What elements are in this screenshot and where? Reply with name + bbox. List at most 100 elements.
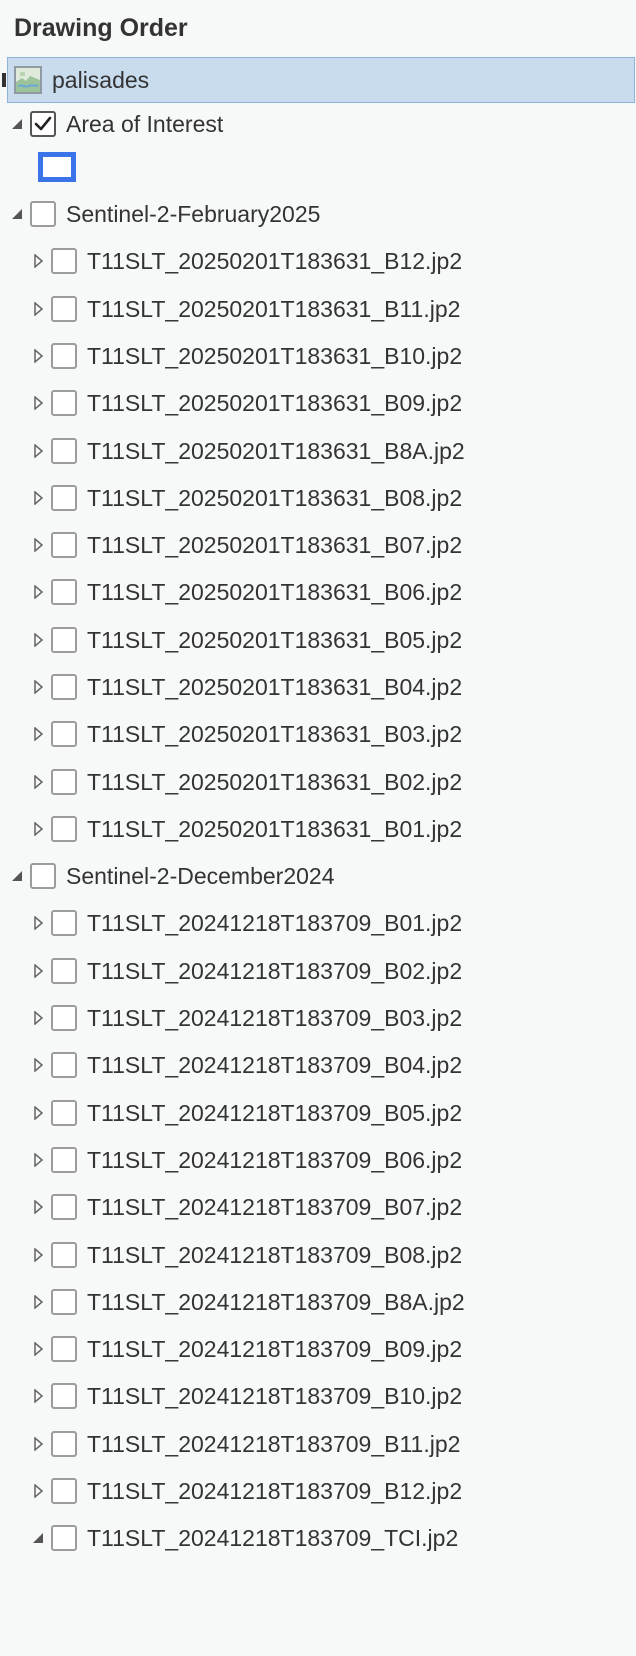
- raster-layer-row[interactable]: T11SLT_20250201T183631_B09.jp2: [31, 381, 462, 425]
- expand-triangle-icon[interactable]: [31, 822, 45, 836]
- raster-layer-row[interactable]: T11SLT_20250201T183631_B04.jp2: [31, 665, 462, 709]
- raster-layer-row[interactable]: T11SLT_20250201T183631_B8A.jp2: [31, 429, 465, 473]
- visibility-checkbox[interactable]: [51, 248, 77, 274]
- group-row[interactable]: Sentinel-2-December2024: [10, 854, 335, 898]
- visibility-checkbox[interactable]: [30, 863, 56, 889]
- layer-label: T11SLT_20241218T183709_B06.jp2: [87, 1146, 463, 1173]
- expand-triangle-icon[interactable]: [31, 1437, 45, 1451]
- visibility-checkbox[interactable]: [51, 627, 77, 653]
- visibility-checkbox[interactable]: [51, 532, 77, 558]
- visibility-checkbox[interactable]: [51, 910, 77, 936]
- expand-triangle-icon[interactable]: [31, 775, 45, 789]
- raster-layer-row[interactable]: T11SLT_20241218T183709_B06.jp2: [31, 1138, 462, 1182]
- expand-triangle-icon[interactable]: [31, 1389, 45, 1403]
- raster-layer-row[interactable]: T11SLT_20241218T183709_B03.jp2: [31, 996, 462, 1040]
- expand-triangle-icon[interactable]: [31, 1295, 45, 1309]
- expand-triangle-icon[interactable]: [31, 1200, 45, 1214]
- raster-layer-row[interactable]: T11SLT_20241218T183709_TCI.jp2: [31, 1516, 458, 1560]
- collapse-triangle-icon[interactable]: [10, 869, 24, 883]
- visibility-checkbox[interactable]: [51, 1383, 77, 1409]
- raster-layer-row[interactable]: T11SLT_20250201T183631_B03.jp2: [31, 712, 462, 756]
- expand-triangle-icon[interactable]: [31, 727, 45, 741]
- raster-layer-row[interactable]: T11SLT_20250201T183631_B02.jp2: [31, 760, 462, 804]
- expand-triangle-icon[interactable]: [31, 254, 45, 268]
- layer-row-area-of-interest[interactable]: Area of Interest: [10, 102, 223, 146]
- visibility-checkbox[interactable]: [51, 816, 77, 842]
- visibility-checkbox[interactable]: [51, 390, 77, 416]
- expand-triangle-icon[interactable]: [31, 633, 45, 647]
- expand-triangle-icon[interactable]: [31, 964, 45, 978]
- visibility-checkbox[interactable]: [51, 769, 77, 795]
- raster-layer-row[interactable]: T11SLT_20250201T183631_B01.jp2: [31, 807, 462, 851]
- expand-triangle-icon[interactable]: [31, 1011, 45, 1025]
- expand-triangle-icon[interactable]: [31, 916, 45, 930]
- expand-triangle-icon[interactable]: [31, 1153, 45, 1167]
- raster-layer-row[interactable]: T11SLT_20241218T183709_B8A.jp2: [31, 1280, 465, 1324]
- expand-triangle-icon[interactable]: [31, 1484, 45, 1498]
- raster-layer-row[interactable]: T11SLT_20241218T183709_B01.jp2: [31, 901, 462, 945]
- visibility-checkbox[interactable]: [51, 579, 77, 605]
- visibility-checkbox[interactable]: [30, 201, 56, 227]
- expand-triangle-icon[interactable]: [31, 1248, 45, 1262]
- visibility-checkbox[interactable]: [51, 1525, 77, 1551]
- map-label: palisades: [52, 67, 150, 93]
- aoi-symbol-swatch[interactable]: [38, 152, 76, 182]
- collapse-triangle-icon[interactable]: [10, 117, 24, 131]
- visibility-checkbox-area-of-interest[interactable]: [30, 111, 56, 137]
- expand-triangle-icon[interactable]: [31, 538, 45, 552]
- layer-label: T11SLT_20250201T183631_B09.jp2: [87, 389, 463, 416]
- raster-layer-row[interactable]: T11SLT_20250201T183631_B11.jp2: [31, 287, 460, 331]
- visibility-checkbox[interactable]: [51, 343, 77, 369]
- raster-layer-row[interactable]: T11SLT_20241218T183709_B09.jp2: [31, 1327, 462, 1371]
- expand-triangle-icon[interactable]: [31, 491, 45, 505]
- collapse-triangle-icon[interactable]: [31, 1531, 45, 1545]
- expand-triangle-icon[interactable]: [31, 585, 45, 599]
- visibility-checkbox[interactable]: [51, 721, 77, 747]
- raster-layer-row[interactable]: T11SLT_20250201T183631_B08.jp2: [31, 476, 462, 520]
- raster-layer-row[interactable]: T11SLT_20241218T183709_B02.jp2: [31, 949, 462, 993]
- visibility-checkbox[interactable]: [51, 1478, 77, 1504]
- raster-layer-row[interactable]: T11SLT_20250201T183631_B05.jp2: [31, 618, 462, 662]
- visibility-checkbox[interactable]: [51, 674, 77, 700]
- raster-layer-row[interactable]: T11SLT_20250201T183631_B07.jp2: [31, 523, 462, 567]
- expand-triangle-icon[interactable]: [31, 302, 45, 316]
- raster-layer-row[interactable]: T11SLT_20250201T183631_B10.jp2: [31, 334, 462, 378]
- visibility-checkbox[interactable]: [51, 1289, 77, 1315]
- map-row-palisades[interactable]: palisades: [2, 57, 635, 103]
- expand-triangle-icon[interactable]: [31, 1342, 45, 1356]
- layer-label: Sentinel-2-February2025: [66, 200, 321, 227]
- raster-layer-row[interactable]: T11SLT_20241218T183709_B10.jp2: [31, 1374, 462, 1418]
- expand-triangle-icon[interactable]: [31, 396, 45, 410]
- group-row[interactable]: Sentinel-2-February2025: [10, 192, 320, 236]
- visibility-checkbox[interactable]: [51, 296, 77, 322]
- visibility-checkbox[interactable]: [51, 1052, 77, 1078]
- visibility-checkbox[interactable]: [51, 1100, 77, 1126]
- expand-triangle-icon[interactable]: [31, 1106, 45, 1120]
- visibility-checkbox[interactable]: [51, 1242, 77, 1268]
- expand-triangle-icon[interactable]: [31, 1058, 45, 1072]
- layer-label: T11SLT_20250201T183631_B8A.jp2: [87, 437, 465, 464]
- collapse-triangle-icon[interactable]: [10, 207, 24, 221]
- pane-title: Drawing Order: [14, 14, 188, 42]
- visibility-checkbox[interactable]: [51, 1431, 77, 1457]
- visibility-checkbox[interactable]: [51, 438, 77, 464]
- raster-layer-row[interactable]: T11SLT_20241218T183709_B07.jp2: [31, 1185, 462, 1229]
- visibility-checkbox[interactable]: [51, 1005, 77, 1031]
- raster-layer-row[interactable]: T11SLT_20250201T183631_B12.jp2: [31, 239, 462, 283]
- raster-layer-row[interactable]: T11SLT_20250201T183631_B06.jp2: [31, 570, 462, 614]
- raster-layer-row[interactable]: T11SLT_20241218T183709_B12.jp2: [31, 1469, 462, 1513]
- expand-triangle-icon[interactable]: [31, 444, 45, 458]
- expand-triangle-icon[interactable]: [31, 680, 45, 694]
- visibility-checkbox[interactable]: [51, 1194, 77, 1220]
- raster-layer-row[interactable]: T11SLT_20241218T183709_B11.jp2: [31, 1422, 460, 1466]
- visibility-checkbox[interactable]: [51, 1336, 77, 1362]
- visibility-checkbox[interactable]: [51, 485, 77, 511]
- expand-triangle-icon[interactable]: [31, 349, 45, 363]
- raster-layer-row[interactable]: T11SLT_20241218T183709_B04.jp2: [31, 1043, 462, 1087]
- map-icon: [14, 66, 42, 94]
- raster-layer-row[interactable]: T11SLT_20241218T183709_B05.jp2: [31, 1091, 462, 1135]
- raster-layer-row[interactable]: T11SLT_20241218T183709_B08.jp2: [31, 1233, 462, 1277]
- visibility-checkbox[interactable]: [51, 1147, 77, 1173]
- visibility-checkbox[interactable]: [51, 958, 77, 984]
- layer-label: T11SLT_20241218T183709_B03.jp2: [87, 1004, 463, 1031]
